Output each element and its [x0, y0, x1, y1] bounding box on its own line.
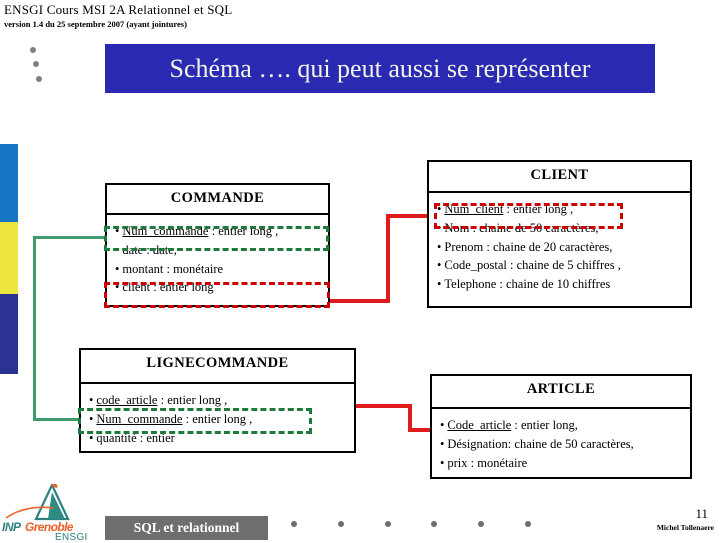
attribute-text: Désignation: chaine de 50 caractères,	[447, 436, 634, 451]
highlight-fk-commande-client	[104, 282, 330, 308]
attribute-row: • montant : monétaire	[115, 260, 322, 279]
attribute-text: Telephone : chaine de 10 chiffres	[444, 277, 611, 291]
attribute-text: montant : monétaire	[122, 261, 224, 276]
decorative-dot-icon	[36, 76, 42, 82]
logo-text-inp: INP	[2, 520, 21, 534]
bullet-icon: •	[437, 277, 442, 291]
entity-attributes-article: • Code_article : entier long, • Désignatio…	[432, 409, 690, 479]
connector-red-segment	[356, 404, 412, 408]
connector-red-segment	[330, 299, 390, 303]
attribute-text: Code_postal : chaine de 5 chiffres ,	[444, 258, 621, 273]
footer-dot-icon	[525, 521, 531, 527]
highlight-fk-lignecommande-num	[78, 408, 312, 434]
highlight-key-commande-num	[104, 226, 329, 251]
bullet-icon: •	[440, 436, 445, 451]
footer-dot-icon	[385, 521, 391, 527]
entity-box-lignecommande[interactable]: LIGNECOMMANDE • code_article : entier lon…	[79, 348, 356, 453]
author-name: Michel Tollenaere	[656, 523, 714, 532]
attribute-row: • Code_postal : chaine de 5 chiffres ,	[437, 256, 684, 275]
rail-block-yellow	[0, 222, 18, 294]
rail-block-navy	[0, 294, 18, 374]
footer-dot-icon	[338, 521, 344, 527]
bullet-icon: •	[115, 261, 120, 276]
footer-section-bar: SQL et relationnel	[105, 516, 268, 540]
logo-text-ensgi: ENSGI	[55, 532, 88, 543]
footer-section-label: SQL et relationnel	[133, 520, 240, 535]
rail-block-blue	[0, 144, 18, 222]
ensgi-mountain-icon	[5, 482, 70, 521]
footer-dot-icon	[478, 521, 484, 527]
version-line: version 1.4 du 25 septembre 2007 (ayant …	[4, 19, 187, 29]
attribute-row: • Désignation: chaine de 50 caractères,	[440, 435, 684, 454]
attribute-text: prix : monétaire	[447, 455, 528, 470]
entity-title-commande: COMMANDE	[107, 185, 328, 215]
page-number: 11	[695, 506, 708, 521]
entity-box-client[interactable]: CLIENT • Num_client : entier long , • Nom …	[427, 160, 692, 308]
slide-title: Schéma …. qui peut aussi se représenter	[169, 54, 591, 83]
attribute-row: • Prenom : chaine de 20 caractères,	[437, 238, 684, 257]
attribute-type: : entier long ,	[157, 393, 228, 407]
attribute-row: • code_article : entier long ,	[89, 391, 348, 410]
course-title: ENSGI Cours MSI 2A Relationnel et SQL	[4, 2, 233, 17]
bullet-icon: •	[440, 418, 445, 432]
connector-green-segment	[33, 236, 36, 421]
footer-dot-icon	[291, 521, 297, 527]
highlight-key-client-num	[434, 203, 623, 229]
bullet-icon: •	[440, 455, 445, 470]
attribute-text: Prenom : chaine de 20 caractères,	[444, 239, 613, 254]
connector-green-segment	[33, 418, 79, 421]
entity-box-article[interactable]: ARTICLE • Code_article : entier long, • Dé…	[430, 374, 692, 479]
attribute-row: • Code_article : entier long,	[440, 416, 684, 435]
bullet-icon: •	[437, 258, 442, 273]
decorative-dot-icon	[33, 61, 39, 67]
entity-title-article: ARTICLE	[432, 376, 690, 409]
decorative-dot-icon	[30, 47, 36, 53]
bullet-icon: •	[437, 239, 442, 254]
attribute-row: • Telephone : chaine de 10 chiffres	[437, 275, 684, 294]
ensgi-logo: INP Grenoble ENSGI	[2, 482, 107, 543]
connector-green-segment	[33, 236, 105, 239]
connector-red-segment	[386, 214, 390, 303]
attribute-key: code_article	[96, 393, 158, 407]
footer-dot-icon	[431, 521, 437, 527]
bullet-icon: •	[89, 393, 94, 407]
attribute-row: • prix : monétaire	[440, 454, 684, 473]
entity-title-lignecommande: LIGNECOMMANDE	[81, 350, 354, 384]
attribute-key: Code_article	[447, 418, 512, 432]
slide-title-banner: Schéma …. qui peut aussi se représenter	[105, 44, 655, 93]
entity-title-client: CLIENT	[429, 162, 690, 193]
attribute-type: : entier long,	[511, 418, 578, 432]
slide-canvas: ENSGI Cours MSI 2A Relationnel et SQL ve…	[0, 0, 720, 543]
